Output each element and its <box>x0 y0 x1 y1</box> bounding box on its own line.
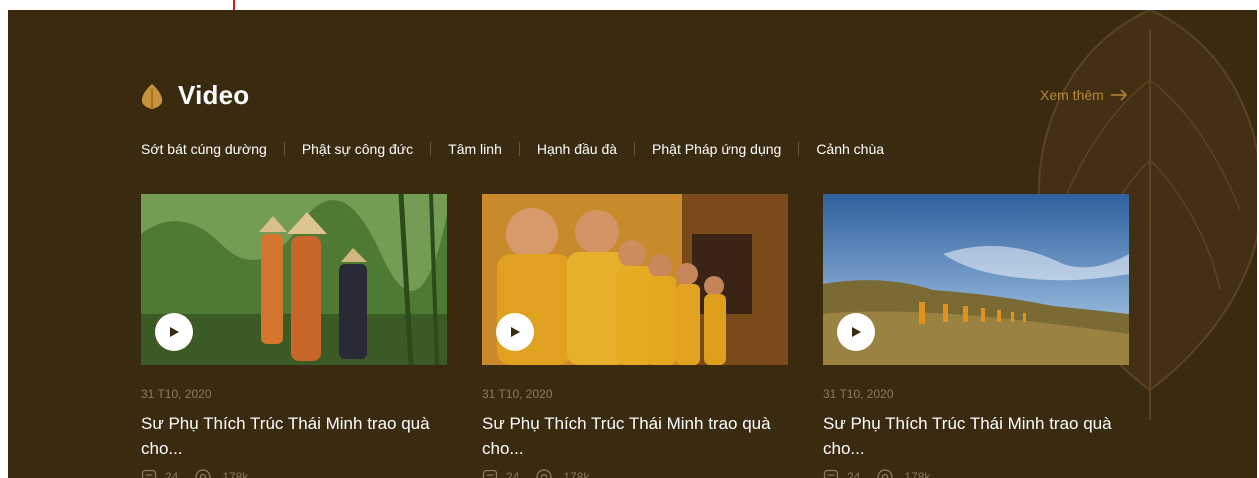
eye-icon <box>877 469 894 478</box>
comment-count-value: 24 <box>506 470 520 478</box>
divider <box>634 142 636 156</box>
video-section: Video Xem thêm Sớt bát cúng dường Phật s… <box>8 10 1257 478</box>
view-count: 178k <box>533 469 589 478</box>
play-button[interactable] <box>155 313 193 351</box>
arrow-right-icon <box>1110 89 1127 101</box>
category-tab[interactable]: Phật sự công đức <box>302 141 413 157</box>
view-count-value: 178k <box>222 470 249 478</box>
view-count-value: 178k <box>563 470 590 478</box>
play-icon <box>852 327 861 337</box>
video-date: 31 T10, 2020 <box>141 387 212 401</box>
eye-icon <box>195 469 212 478</box>
video-stats: 24 178k <box>482 469 788 478</box>
play-button[interactable] <box>496 313 534 351</box>
section-header: Video <box>140 80 249 111</box>
category-tab[interactable]: Cảnh chùa <box>816 141 884 157</box>
comment-icon <box>823 469 839 478</box>
video-thumbnail[interactable] <box>823 194 1129 365</box>
view-count: 178k <box>874 469 930 478</box>
comment-icon <box>141 469 157 478</box>
category-tab[interactable]: Phật Pháp ứng dụng <box>652 141 781 157</box>
video-card: 31 T10, 2020 Sư Phụ Thích Trúc Thái Minh… <box>141 194 447 478</box>
category-tabs: Sớt bát cúng dường Phật sự công đức Tâm … <box>141 141 884 157</box>
video-title[interactable]: Sư Phụ Thích Trúc Thái Minh trao quà cho… <box>823 411 1129 461</box>
comment-count-value: 24 <box>847 470 861 478</box>
divider <box>798 142 800 156</box>
category-tab[interactable]: Hạnh đầu đà <box>537 141 617 157</box>
play-icon <box>170 327 179 337</box>
comment-count: 24 <box>141 469 178 478</box>
category-tab[interactable]: Sớt bát cúng dường <box>141 141 267 157</box>
comment-count-value: 24 <box>165 470 179 478</box>
eye-icon <box>536 469 553 478</box>
see-more-label: Xem thêm <box>1040 87 1104 103</box>
video-stats: 24 178k <box>141 469 447 478</box>
video-date: 31 T10, 2020 <box>823 387 894 401</box>
see-more-link[interactable]: Xem thêm <box>1040 87 1128 103</box>
play-icon <box>511 327 520 337</box>
comment-icon <box>482 469 498 478</box>
video-thumbnail[interactable] <box>482 194 788 365</box>
category-tab[interactable]: Tâm linh <box>448 141 502 157</box>
play-button[interactable] <box>837 313 875 351</box>
divider <box>518 142 520 156</box>
section-title: Video <box>178 80 250 110</box>
view-count: 178k <box>192 469 248 478</box>
comment-count: 24 <box>823 469 860 478</box>
video-title[interactable]: Sư Phụ Thích Trúc Thái Minh trao quà cho… <box>482 411 788 461</box>
video-stats: 24 178k <box>823 469 1129 478</box>
video-title[interactable]: Sư Phụ Thích Trúc Thái Minh trao quà cho… <box>141 411 447 461</box>
video-card: 31 T10, 2020 Sư Phụ Thích Trúc Thái Minh… <box>823 194 1129 478</box>
divider <box>430 142 432 156</box>
video-thumbnail[interactable] <box>141 194 447 365</box>
divider <box>283 142 285 156</box>
bodhi-leaf-icon <box>141 83 163 109</box>
video-card: 31 T10, 2020 Sư Phụ Thích Trúc Thái Minh… <box>482 194 788 478</box>
comment-count: 24 <box>482 469 519 478</box>
video-date: 31 T10, 2020 <box>482 387 553 401</box>
view-count-value: 178k <box>904 470 931 478</box>
